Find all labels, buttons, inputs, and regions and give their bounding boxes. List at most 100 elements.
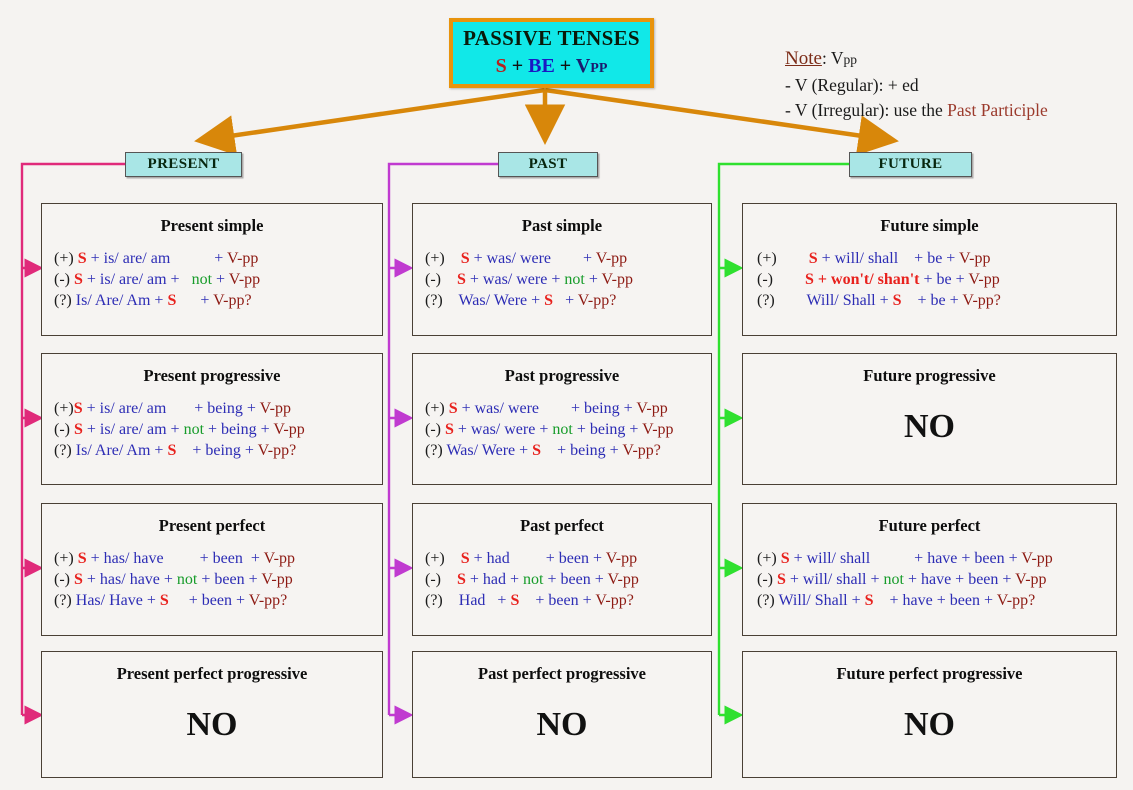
box-past-progressive[interactable]: Past progressive (+) S + was/ were + bei… xyxy=(412,353,712,485)
token-subject: S xyxy=(456,571,466,589)
token-vpp: V-pp? xyxy=(962,292,1001,310)
formula-row: (+) S + was/ were + V-pp xyxy=(425,248,711,269)
box-past-perfect[interactable]: Past perfect (+) S + had + been + V-pp (-… xyxy=(412,503,712,636)
box-future-perfect[interactable]: Future perfect (+) S + will/ shall + hav… xyxy=(742,503,1117,636)
box-present-perfect-progressive[interactable]: Present perfect progressive NO xyxy=(41,651,383,778)
token-auxiliary: + will/ shall xyxy=(817,250,899,267)
token-connector: + xyxy=(212,271,229,289)
row-spacer xyxy=(164,550,196,567)
row-marker: (?) xyxy=(54,592,76,610)
box-future-simple[interactable]: Future simple (+) S + will/ shall + be +… xyxy=(742,203,1117,336)
token-connector: + being + xyxy=(204,421,274,439)
row-marker: (?) xyxy=(757,592,779,610)
row-marker: (-) xyxy=(757,271,805,289)
token-subject: S xyxy=(73,271,83,289)
token-subject: S xyxy=(864,592,874,610)
token-connector: + being + xyxy=(541,442,623,460)
column-header-future[interactable]: FUTURE xyxy=(849,152,972,177)
token-connector: + xyxy=(176,292,214,310)
row-marker: (?) xyxy=(54,442,76,460)
token-auxiliary: + is/ are/ am + xyxy=(82,271,184,289)
row-marker: (+) xyxy=(425,250,461,267)
formula-lines: (+) S + will/ shall + have + been + V-pp… xyxy=(743,548,1116,611)
box-past-perfect-progressive[interactable]: Past perfect progressive NO xyxy=(412,651,712,778)
row-marker: (?) xyxy=(425,592,459,610)
token-vpp: V-pp xyxy=(605,550,638,567)
row-spacer xyxy=(510,550,542,567)
token-not: not xyxy=(523,571,544,589)
note-vpp: : Vpp xyxy=(821,48,857,68)
row-spacer xyxy=(184,271,192,288)
token-connector: + have + been + xyxy=(903,571,1016,589)
formula-row: (-) S + is/ are/ am + not + being + V-pp xyxy=(54,419,382,440)
token-vpp: V-pp xyxy=(1015,571,1047,589)
formula-row: (?) Is/ Are/ Am + S + being + V-pp? xyxy=(54,440,382,461)
box-title: Future simple xyxy=(880,216,979,235)
token-connector: + be + xyxy=(910,250,960,267)
token-not: not xyxy=(552,421,573,439)
note-block: Note: Vpp - V (Regular): + ed - V (Irreg… xyxy=(785,46,1115,123)
row-marker: (+) xyxy=(425,400,449,417)
token-subject: S xyxy=(159,592,169,610)
box-title: Present progressive xyxy=(143,366,281,385)
box-past-simple[interactable]: Past simple (+) S + was/ were + V-pp (-) … xyxy=(412,203,712,336)
token-vpp: V-pp? xyxy=(213,292,252,310)
title-box: PASSIVE TENSES S + BE + VPP xyxy=(449,18,654,88)
token-vpp: V-pp xyxy=(259,400,291,417)
token-connector: + being + xyxy=(176,442,258,460)
row-spacer xyxy=(170,250,210,267)
column-header-past[interactable]: PAST xyxy=(498,152,598,177)
box-title: Future progressive xyxy=(863,366,996,385)
token-vpp: V-pp xyxy=(595,250,628,267)
token-vpp: V-pp xyxy=(601,271,633,289)
token-subject: S xyxy=(532,442,542,460)
token-connector: + been + xyxy=(541,550,606,567)
row-marker: (-) xyxy=(757,571,777,589)
token-subject: S xyxy=(448,400,458,417)
note-irregular-prefix: - V (Irregular): use the xyxy=(785,99,948,120)
title-formula: S + BE + VPP xyxy=(496,53,608,79)
token-connector: + xyxy=(210,250,227,267)
token-connector: + been + xyxy=(168,592,249,610)
token-vpp: V-pp? xyxy=(996,592,1036,610)
formula-row: (?) Was/ Were + S + being + V-pp? xyxy=(425,440,711,461)
row-spacer xyxy=(551,250,579,267)
token-vpp: V-pp xyxy=(261,571,293,589)
token-vpp: V-pp? xyxy=(248,592,288,610)
formula-row: (?) Will/ Shall + S + have + been + V-pp… xyxy=(757,590,1116,611)
formula-subject: S xyxy=(495,54,507,77)
formula-lines: (+) S + is/ are/ am + V-pp (-) S + is/ ar… xyxy=(42,248,382,311)
no-label: NO xyxy=(904,408,955,445)
token-connector: + been + xyxy=(543,571,608,589)
token-connector: + xyxy=(553,292,578,310)
box-title: Past perfect xyxy=(520,516,604,535)
formula-row: (+) S + will/ shall + have + been + V-pp xyxy=(757,548,1116,569)
row-marker: (?) xyxy=(425,292,459,310)
box-future-progressive[interactable]: Future progressive NO xyxy=(742,353,1117,485)
token-auxiliary: + has/ have + xyxy=(82,571,177,589)
formula-row: (+) S + was/ were + being + V-pp xyxy=(425,398,711,419)
token-auxiliary: + is/ are/ am xyxy=(82,400,167,417)
box-present-progressive[interactable]: Present progressive (+)S + is/ are/ am +… xyxy=(41,353,383,485)
box-present-simple[interactable]: Present simple (+) S + is/ are/ am + V-p… xyxy=(41,203,383,336)
row-marker: (?) xyxy=(54,292,76,310)
token-vpp: V-pp xyxy=(263,550,295,567)
token-subject: S xyxy=(73,421,83,439)
token-vpp: V-pp xyxy=(636,400,668,417)
token-vpp: V-pp xyxy=(1021,550,1053,567)
formula-row: (?) Is/ Are/ Am + S + V-pp? xyxy=(54,290,382,311)
formula-pp: PP xyxy=(590,60,608,76)
no-label: NO xyxy=(904,706,955,743)
box-present-perfect[interactable]: Present perfect (+) S + has/ have + been… xyxy=(41,503,383,636)
token-connector: + been + xyxy=(197,571,262,589)
token-auxiliary: + is/ are/ am xyxy=(86,250,171,267)
formula-row: (-) S + won't/ shan't + be + V-pp xyxy=(757,269,1116,290)
note-heading: Note: Vpp xyxy=(785,46,1115,73)
token-vpp: V-pp? xyxy=(595,592,634,610)
column-header-present[interactable]: PRESENT xyxy=(125,152,242,177)
formula-row: (+)S + is/ are/ am + being + V-pp xyxy=(54,398,382,419)
row-marker: (+) xyxy=(425,550,461,567)
token-auxiliary: + was/ were + xyxy=(453,421,553,439)
formula-lines: (+)S + is/ are/ am + being + V-pp (-) S +… xyxy=(42,398,382,461)
box-future-perfect-progressive[interactable]: Future perfect progressive NO xyxy=(742,651,1117,778)
